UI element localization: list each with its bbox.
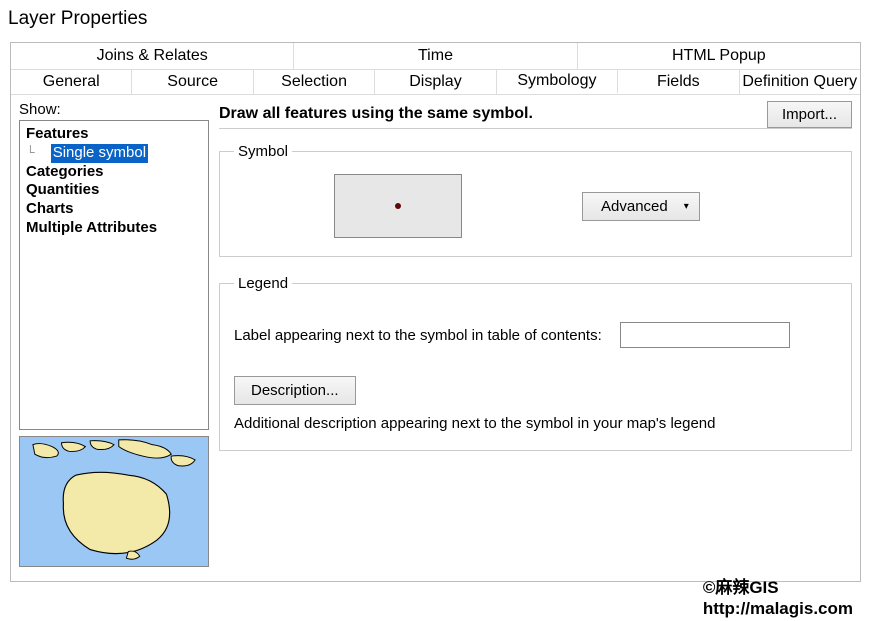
- tree-single-symbol-row: └ Single symbol: [26, 144, 202, 163]
- tab-row-top: Joins & Relates Time HTML Popup: [11, 43, 860, 69]
- watermark-line1: ©麻辣GIS: [703, 577, 853, 598]
- window-title: Layer Properties: [0, 0, 871, 42]
- map-preview: [19, 436, 209, 567]
- description-text: Additional description appearing next to…: [234, 415, 837, 432]
- tab-body: Show: Features └ Single symbol Categorie…: [11, 95, 860, 575]
- legend-label-text: Label appearing next to the symbol in ta…: [234, 327, 602, 344]
- tab-fields[interactable]: Fields: [618, 69, 739, 94]
- tree-multiple-attributes[interactable]: Multiple Attributes: [26, 219, 202, 238]
- symbol-dot-icon: [395, 203, 401, 209]
- chevron-down-icon: ▾: [684, 201, 689, 212]
- watermark: ©麻辣GIS http://malagis.com: [703, 577, 853, 620]
- left-column: Show: Features └ Single symbol Categorie…: [19, 101, 209, 567]
- watermark-line2: http://malagis.com: [703, 598, 853, 619]
- tab-display[interactable]: Display: [375, 69, 496, 94]
- advanced-button[interactable]: Advanced ▾: [582, 192, 700, 221]
- show-label: Show:: [19, 101, 209, 118]
- description-button[interactable]: Description...: [234, 376, 356, 405]
- heading-row: Draw all features using the same symbol.…: [219, 101, 852, 129]
- right-column: Draw all features using the same symbol.…: [219, 101, 852, 567]
- legend-group-legend: Legend: [234, 275, 292, 292]
- map-preview-svg: [20, 437, 208, 566]
- symbol-group: Symbol Advanced ▾: [219, 143, 852, 257]
- symbol-group-legend: Symbol: [234, 143, 292, 160]
- tab-row-bottom: General Source Selection Display Symbolo…: [11, 69, 860, 95]
- tree-charts[interactable]: Charts: [26, 200, 202, 219]
- symbol-row: Advanced ▾: [234, 170, 837, 238]
- show-tree[interactable]: Features └ Single symbol Categories Quan…: [19, 120, 209, 430]
- symbol-swatch[interactable]: [334, 174, 462, 238]
- tree-single-symbol[interactable]: Single symbol: [51, 144, 148, 163]
- tab-source[interactable]: Source: [132, 69, 253, 94]
- tab-time[interactable]: Time: [294, 43, 577, 69]
- tab-selection[interactable]: Selection: [254, 69, 375, 94]
- tab-general[interactable]: General: [11, 69, 132, 94]
- tree-features[interactable]: Features: [26, 125, 202, 144]
- tab-symbology[interactable]: Symbology: [497, 69, 618, 94]
- tab-html-popup[interactable]: HTML Popup: [578, 43, 860, 69]
- heading-text: Draw all features using the same symbol.: [219, 103, 533, 127]
- legend-label-row: Label appearing next to the symbol in ta…: [234, 322, 837, 348]
- import-button[interactable]: Import...: [767, 101, 852, 128]
- legend-label-input[interactable]: [620, 322, 790, 348]
- advanced-button-label: Advanced: [601, 198, 668, 215]
- tab-definition-query[interactable]: Definition Query: [740, 69, 860, 94]
- tree-categories[interactable]: Categories: [26, 163, 202, 182]
- tab-joins-relates[interactable]: Joins & Relates: [11, 43, 294, 69]
- tree-quantities[interactable]: Quantities: [26, 181, 202, 200]
- tab-container: Joins & Relates Time HTML Popup General …: [10, 42, 861, 582]
- legend-group: Legend Label appearing next to the symbo…: [219, 275, 852, 451]
- tree-connector-icon: └: [26, 145, 35, 160]
